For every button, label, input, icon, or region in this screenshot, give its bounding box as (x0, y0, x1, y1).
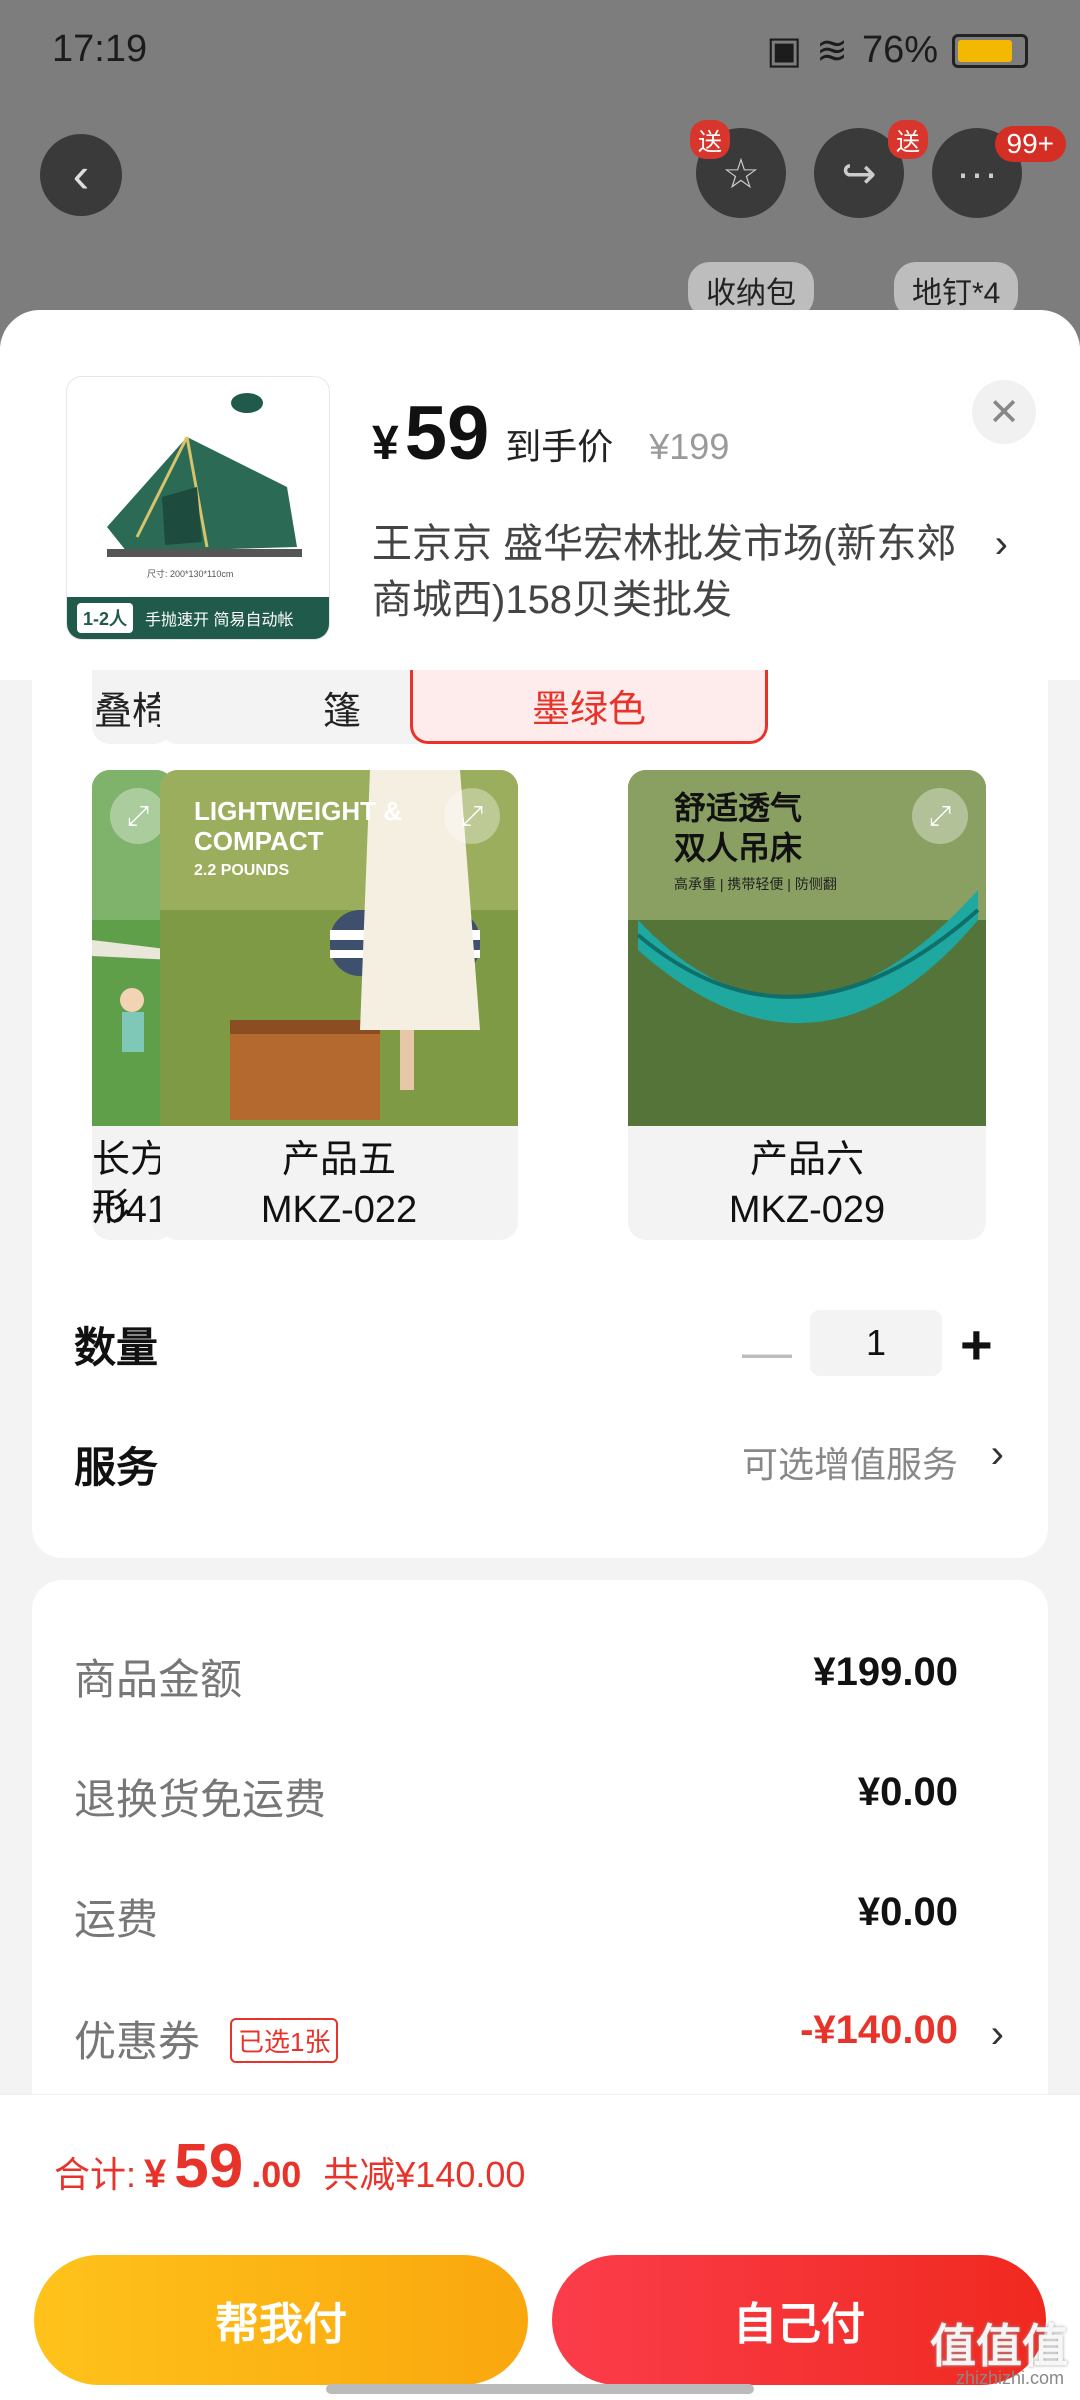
gift-tag: 送 (888, 120, 928, 159)
capacity-tag: 1-2人 (77, 603, 134, 633)
sim-icon: ▣ (766, 30, 803, 72)
chevron-left-icon: ‹ (72, 147, 90, 203)
original-price: ¥199 (649, 426, 730, 467)
product-name: 产品六 (749, 1139, 864, 1181)
total-integer: 59 (174, 2132, 244, 2201)
chevron-right-icon[interactable]: › (995, 522, 1008, 567)
quantity-label: 数量 (74, 1324, 159, 1371)
final-price-label: 到手价 (505, 426, 614, 467)
image-title: 舒适透气 双人吊床 (674, 790, 803, 866)
checkout-bar: 合计: ¥ 59 .00 共减¥140.00 帮我付 自己付 (0, 2094, 1080, 2400)
coupon-value[interactable]: -¥140.00 (800, 2008, 958, 2053)
product-card-6[interactable]: 舒适透气 双人吊床 高承重 | 携带轻便 | 防侧翻 ⤢ 产品六 MKZ-029 (628, 770, 986, 1240)
back-button[interactable]: ‹ (40, 134, 122, 216)
share-icon: ↪ (841, 149, 877, 197)
star-icon: ☆ (722, 149, 760, 197)
watermark: 值值值 (930, 2320, 1068, 2372)
shipping-value: ¥0.00 (857, 1890, 958, 1934)
expand-icon[interactable]: ⤢ (110, 788, 166, 844)
goods-amount-label: 商品金额 (74, 1656, 243, 1703)
home-indicator[interactable] (326, 2384, 754, 2394)
close-button[interactable]: ✕ (972, 380, 1036, 444)
total-currency: ¥ (144, 2152, 167, 2196)
close-icon: ✕ (988, 391, 1020, 434)
total-decimal: .00 (251, 2154, 302, 2195)
battery-percent: 76% (861, 29, 938, 71)
more-icon: ··· (956, 149, 998, 196)
message-badge: 99+ (994, 126, 1066, 162)
quantity-input[interactable]: 1 (810, 1310, 942, 1376)
coupon-selected-tag: 已选1张 (230, 2018, 339, 2063)
chevron-right-icon[interactable]: › (991, 2012, 1004, 2057)
return-shipping-value: ¥0.00 (857, 1770, 958, 1814)
product-thumbnail[interactable]: 尺寸: 200*130*110cm 1-2人 手抛速开 简易自动帐 (66, 376, 330, 640)
status-icons: ▣ ≋ 76% (766, 28, 1028, 73)
service-label: 服务 (74, 1444, 159, 1491)
price-row: ¥ 59 到手价 ¥199 (372, 390, 729, 477)
svg-text:尺寸: 200*130*110cm: 尺寸: 200*130*110cm (147, 568, 233, 579)
chevron-right-icon[interactable]: › (991, 1432, 1004, 1477)
option-dark-green[interactable]: 墨绿色 (410, 670, 768, 744)
image-title: LIGHTWEIGHT & COMPACT (194, 796, 402, 856)
status-bar: 17:19 ▣ ≋ 76% (0, 0, 1080, 100)
expand-icon[interactable]: ⤢ (444, 788, 500, 844)
product-name: 产品五 (281, 1139, 396, 1181)
minus-icon[interactable]: — (742, 1323, 792, 1381)
total-saving: 共减¥140.00 (323, 2154, 526, 2195)
image-subtitle: 高承重 | 携带轻便 | 防侧翻 (674, 876, 837, 892)
plus-icon[interactable]: + (960, 1312, 993, 1377)
store-name[interactable]: 王京京 盛华宏林批发市场(新东郊商城西)158贝类批发 (372, 516, 972, 628)
coupon-label: 优惠券 (74, 2018, 201, 2065)
goods-amount-value: ¥199.00 (813, 1650, 958, 1694)
product-card-5[interactable]: LIGHTWEIGHT & COMPACT 2.2 POUNDS ⤢ 产品五 M… (160, 770, 518, 1240)
total-label: 合计: (54, 2154, 137, 2195)
price-symbol: ¥ (372, 417, 399, 470)
final-price: 59 (404, 391, 490, 476)
expand-icon[interactable]: ⤢ (912, 788, 968, 844)
product-code: MKZ-022 (260, 1189, 418, 1231)
gift-tag: 送 (690, 120, 730, 159)
return-shipping-label: 退换货免运费 (74, 1776, 327, 1823)
price-breakdown: 商品金额 ¥199.00 退换货免运费 ¥0.00 运费 ¥0.00 优惠券 已… (32, 1580, 1048, 2140)
sheet-header: 尺寸: 200*130*110cm 1-2人 手抛速开 简易自动帐 ¥ 59 到… (0, 310, 1080, 680)
thumbnail-band: 1-2人 手抛速开 简易自动帐 (67, 597, 329, 639)
help-pay-button[interactable]: 帮我付 (34, 2255, 528, 2385)
purchase-sheet: 尺寸: 200*130*110cm 1-2人 手抛速开 简易自动帐 ¥ 59 到… (0, 310, 1080, 2400)
product-code: MKZ-029 (728, 1189, 886, 1231)
service-option[interactable]: 可选增值服务 (742, 1436, 958, 1488)
thumbnail-caption: 手抛速开 简易自动帐 (145, 612, 294, 629)
status-time: 17:19 (52, 28, 148, 70)
battery-icon (952, 33, 1028, 68)
shipping-label: 运费 (74, 1896, 159, 1943)
image-subtitle: 2.2 POUNDS (194, 862, 290, 879)
tent-image: 尺寸: 200*130*110cm (67, 377, 329, 599)
variant-selector: 叠椅 篷 墨绿色 ⤢ 长方形 -041 LIGHTWEIGHT & COMPAC… (32, 670, 1048, 1558)
watermark-url: zhizhizhi.com (955, 2368, 1064, 2388)
total-line: 合计: ¥ 59 .00 共减¥140.00 (54, 2131, 525, 2202)
wifi-icon: ≋ (816, 30, 848, 72)
